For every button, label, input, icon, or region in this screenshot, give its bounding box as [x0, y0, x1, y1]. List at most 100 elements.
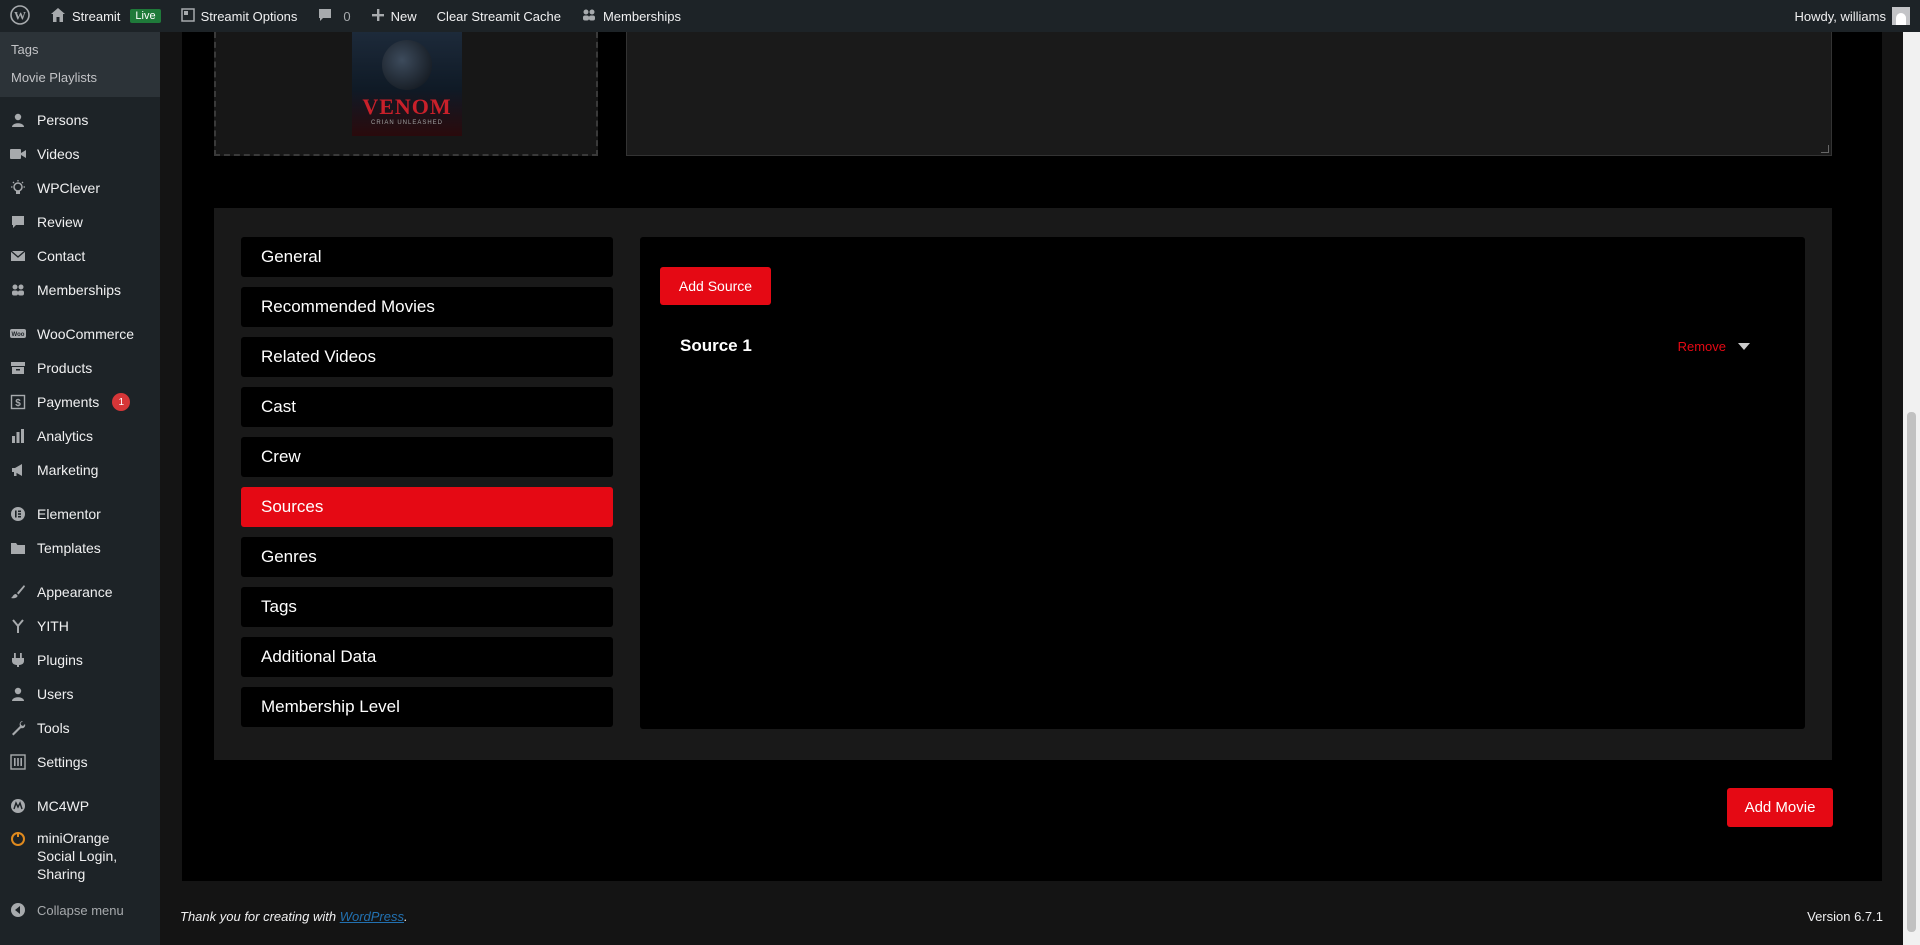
- sidebar-item-products[interactable]: Products: [0, 351, 160, 385]
- sidebar-item-memberships[interactable]: Memberships: [0, 273, 160, 307]
- person-icon: [8, 110, 28, 130]
- svg-text:W: W: [14, 8, 26, 22]
- speech-bubble-icon: [8, 212, 28, 232]
- sidebar-item-label: Settings: [37, 754, 88, 770]
- svg-text:$: $: [15, 398, 21, 409]
- tab-sources[interactable]: Sources: [241, 487, 613, 527]
- tab-general[interactable]: General: [241, 237, 613, 277]
- tab-related-videos[interactable]: Related Videos: [241, 337, 613, 377]
- home-icon: [50, 7, 66, 26]
- sidebar-item-wpclever[interactable]: WPClever: [0, 171, 160, 205]
- sidebar-item-review[interactable]: Review: [0, 205, 160, 239]
- woocommerce-icon: Woo: [8, 324, 28, 344]
- tab-label: Cast: [261, 397, 296, 416]
- sidebar-item-videos[interactable]: Videos: [0, 137, 160, 171]
- add-source-button[interactable]: Add Source: [660, 267, 771, 305]
- tab-label: Additional Data: [261, 647, 377, 666]
- my-account-menu[interactable]: Howdy, williams: [1785, 0, 1920, 32]
- sidebar-item-persons[interactable]: Persons: [0, 103, 160, 137]
- sidebar-item-elementor[interactable]: Elementor: [0, 497, 160, 531]
- sidebar-item-plugins[interactable]: Plugins: [0, 643, 160, 677]
- sidebar-item-payments[interactable]: $ Payments 1: [0, 385, 160, 419]
- streamit-options-menu[interactable]: Streamit Options: [171, 0, 308, 32]
- sidebar-item-users[interactable]: Users: [0, 677, 160, 711]
- remove-source-link[interactable]: Remove: [1678, 339, 1726, 354]
- plus-icon: [371, 8, 385, 25]
- footer-thanks: Thank you for creating with WordPress.: [180, 909, 408, 924]
- collapse-menu-button[interactable]: Collapse menu: [0, 893, 160, 927]
- meta-tabs: General Recommended Movies Related Video…: [241, 237, 613, 737]
- sidebar-item-label: Marketing: [37, 462, 99, 478]
- sidebar-item-templates[interactable]: Templates: [0, 531, 160, 565]
- bar-chart-icon: [8, 426, 28, 446]
- sidebar-item-mc4wp[interactable]: MC4WP: [0, 789, 160, 823]
- admin-footer: Thank you for creating with WordPress. V…: [180, 906, 1883, 926]
- submenu-item-tags[interactable]: Tags: [0, 35, 160, 63]
- submenu-item-movie-playlists[interactable]: Movie Playlists: [0, 63, 160, 91]
- description-textarea[interactable]: [626, 32, 1832, 156]
- sidebar-item-yith[interactable]: YITH: [0, 609, 160, 643]
- sidebar-item-contact[interactable]: Contact: [0, 239, 160, 273]
- sidebar-item-label: Payments: [37, 394, 100, 410]
- yith-icon: [8, 616, 28, 636]
- archive-icon: [8, 358, 28, 378]
- sidebar-item-analytics[interactable]: Analytics: [0, 419, 160, 453]
- movie-edit-form: VENOM CRIAN UNLEASHED General Recommende…: [182, 32, 1882, 881]
- sidebar-item-tools[interactable]: Tools: [0, 711, 160, 745]
- submenu-item-label: Tags: [11, 41, 39, 57]
- page-scrollbar[interactable]: [1903, 32, 1920, 945]
- streamit-options-label: Streamit Options: [200, 8, 298, 24]
- group-icon: [581, 7, 597, 26]
- admin-sidebar: Tags Movie Playlists Persons Videos WPCl…: [0, 32, 160, 945]
- sidebar-item-marketing[interactable]: Marketing: [0, 453, 160, 487]
- clear-cache-menu[interactable]: Clear Streamit Cache: [427, 0, 571, 32]
- sidebar-item-label: Products: [37, 360, 93, 376]
- chevron-down-icon[interactable]: [1738, 342, 1750, 350]
- tab-membership-level[interactable]: Membership Level: [241, 687, 613, 727]
- site-name-menu[interactable]: Streamit Live: [40, 0, 171, 32]
- sidebar-item-label: YITH: [37, 618, 69, 634]
- tab-cast[interactable]: Cast: [241, 387, 613, 427]
- envelope-icon: [8, 246, 28, 266]
- howdy-label: Howdy, williams: [1794, 8, 1887, 24]
- submenu-item-label: Movie Playlists: [11, 69, 97, 85]
- poster-upload-box[interactable]: VENOM CRIAN UNLEASHED: [214, 32, 598, 156]
- video-camera-icon: [8, 144, 28, 164]
- sidebar-item-settings[interactable]: Settings: [0, 745, 160, 779]
- tab-additional-data[interactable]: Additional Data: [241, 637, 613, 677]
- tab-label: Genres: [261, 547, 317, 566]
- site-name: Streamit: [72, 8, 121, 24]
- new-content-menu[interactable]: New: [361, 0, 427, 32]
- poster-image: VENOM CRIAN UNLEASHED: [352, 32, 462, 136]
- memberships-label: Memberships: [602, 8, 681, 24]
- poster-subtitle: CRIAN UNLEASHED: [370, 120, 443, 126]
- dashboard-icon: [180, 7, 195, 25]
- resize-handle-icon[interactable]: [1821, 145, 1829, 153]
- admin-bar: W Streamit Live Streamit Options 0 New C…: [0, 0, 1920, 32]
- add-movie-button[interactable]: Add Movie: [1727, 788, 1833, 827]
- sidebar-item-label: Videos: [37, 146, 80, 162]
- miniorange-icon: [8, 829, 28, 849]
- sidebar-item-appearance[interactable]: Appearance: [0, 575, 160, 609]
- tab-genres[interactable]: Genres: [241, 537, 613, 577]
- comments-menu[interactable]: 0: [307, 0, 360, 32]
- sidebar-item-label: WooCommerce: [37, 326, 134, 342]
- sidebar-item-label: Appearance: [37, 584, 113, 600]
- sidebar-item-label: Persons: [37, 112, 89, 128]
- sidebar-item-miniorange[interactable]: miniOrange Social Login, Sharing: [0, 823, 160, 889]
- source-row[interactable]: Source 1 Remove: [680, 332, 1760, 360]
- wordpress-link[interactable]: WordPress: [340, 909, 404, 924]
- tab-tags[interactable]: Tags: [241, 587, 613, 627]
- tab-recommended-movies[interactable]: Recommended Movies: [241, 287, 613, 327]
- lightbulb-icon: [8, 178, 28, 198]
- sidebar-item-woocommerce[interactable]: Woo WooCommerce: [0, 317, 160, 351]
- wordpress-logo-menu[interactable]: W: [0, 0, 40, 32]
- memberships-menu[interactable]: Memberships: [571, 0, 691, 32]
- tab-crew[interactable]: Crew: [241, 437, 613, 477]
- source-actions: Remove: [1678, 339, 1760, 354]
- elementor-icon: [8, 504, 28, 524]
- sidebar-item-label: Elementor: [37, 506, 101, 522]
- megaphone-icon: [8, 460, 28, 480]
- sidebar-item-label: WPClever: [37, 180, 101, 196]
- scrollbar-thumb[interactable]: [1907, 412, 1916, 932]
